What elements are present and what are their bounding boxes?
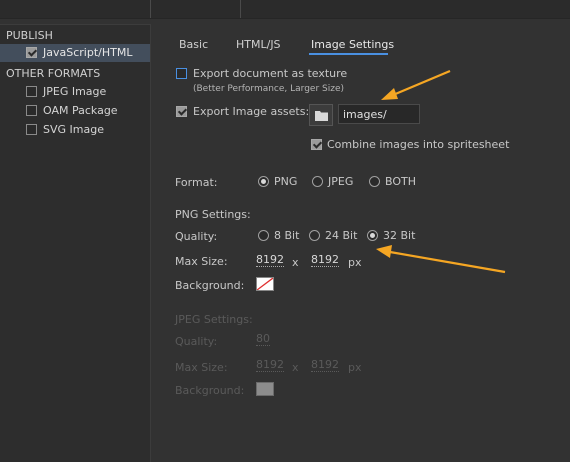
arrow-to-images-path (381, 69, 451, 100)
annotation-arrows (376, 69, 506, 274)
arrow-to-32bit (376, 245, 506, 274)
